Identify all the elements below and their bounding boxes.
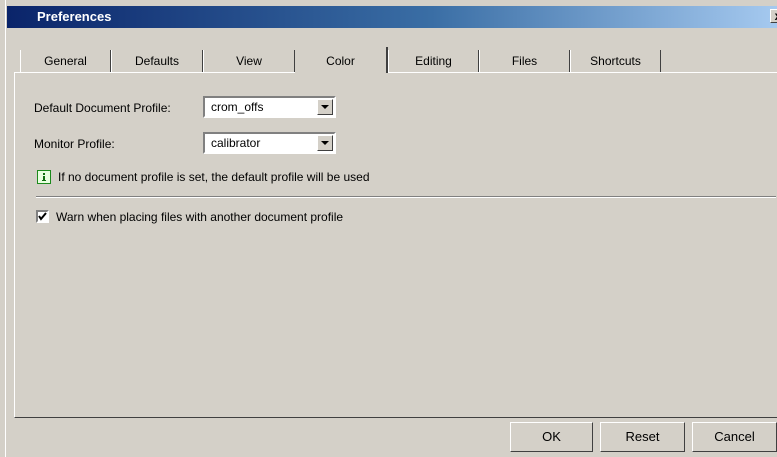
warn-checkbox-label[interactable]: Warn when placing files with another doc… [56, 210, 343, 224]
ok-button-label: OK [542, 429, 561, 444]
cancel-button[interactable]: Cancel [692, 422, 777, 452]
monitor-profile-label: Monitor Profile: [34, 137, 115, 151]
tab-editing[interactable]: Editing [388, 50, 479, 72]
title-bar[interactable]: Preferences x [7, 6, 777, 28]
tab-label: View [236, 54, 262, 68]
separator-highlight [36, 197, 776, 198]
preferences-window: Preferences x General Defaults View Colo… [0, 0, 777, 457]
tab-files[interactable]: Files [479, 50, 570, 72]
tab-color[interactable]: Color [295, 47, 388, 73]
check-icon [38, 212, 47, 221]
ok-button[interactable]: OK [510, 422, 593, 452]
tab-label: Defaults [134, 54, 180, 68]
tab-label: Color [326, 54, 355, 68]
tab-general[interactable]: General [20, 50, 111, 72]
tab-shortcuts[interactable]: Shortcuts [570, 50, 661, 72]
tab-defaults[interactable]: Defaults [111, 50, 203, 72]
monitor-profile-value: calibrator [211, 136, 261, 150]
default-profile-value: crom_offs [211, 100, 264, 114]
reset-button[interactable]: Reset [600, 422, 685, 452]
tab-label: Editing [415, 54, 452, 68]
window-title: Preferences [37, 9, 112, 24]
reset-button-label: Reset [625, 429, 660, 444]
info-icon [37, 170, 51, 184]
tab-label: Files [511, 54, 538, 68]
default-profile-label: Default Document Profile: [34, 101, 171, 115]
tab-label: Shortcuts [590, 54, 641, 68]
tab-label: General [44, 54, 87, 68]
info-message: If no document profile is set, the defau… [58, 170, 370, 184]
chevron-down-icon[interactable] [317, 135, 333, 151]
tab-view[interactable]: View [203, 50, 295, 72]
window-edge [0, 0, 6, 457]
close-button[interactable]: x [770, 9, 777, 23]
default-profile-select[interactable]: crom_offs [203, 96, 336, 118]
color-tab-panel [14, 72, 777, 418]
chevron-down-icon[interactable] [317, 99, 333, 115]
warn-checkbox[interactable] [36, 210, 49, 223]
monitor-profile-select[interactable]: calibrator [203, 132, 336, 154]
cancel-button-label: Cancel [714, 429, 755, 444]
